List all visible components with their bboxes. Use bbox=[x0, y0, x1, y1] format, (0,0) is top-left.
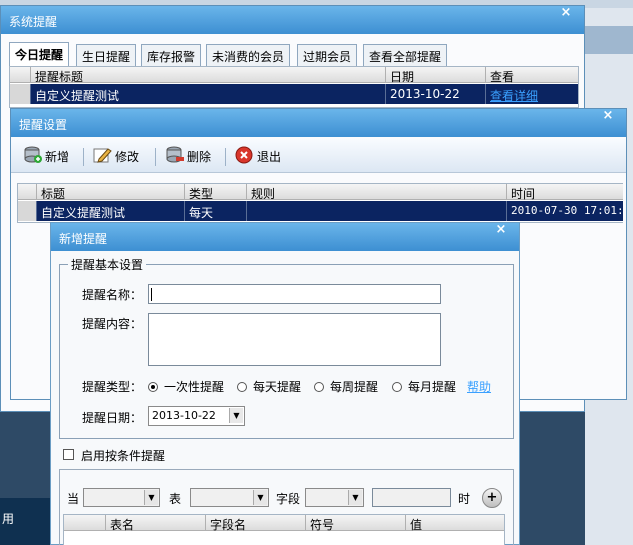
tab-inactive-members[interactable]: 未消费的会员 bbox=[206, 44, 291, 66]
delete-button-label: 删除 bbox=[187, 150, 212, 164]
setting-title-cell: 自定义提醒测试 bbox=[36, 201, 184, 221]
database-add-icon bbox=[24, 146, 42, 163]
today-reminder-table: 提醒标题 日期 查看 自定义提醒测试 2013-10-22 查看详细 bbox=[9, 66, 579, 108]
edit-icon bbox=[93, 148, 112, 163]
toolbar: 新增 修改 删除 退出 bbox=[11, 139, 626, 173]
database-delete-icon bbox=[166, 146, 184, 163]
exit-button-label: 退出 bbox=[257, 150, 282, 164]
condition-checkbox[interactable] bbox=[63, 449, 74, 460]
new-reminder-titlebar[interactable]: 新增提醒 × bbox=[51, 223, 519, 251]
basic-settings-legend: 提醒基本设置 bbox=[71, 258, 144, 272]
type-label: 提醒类型： bbox=[82, 380, 143, 394]
tab-all-reminders[interactable]: 查看全部提醒 bbox=[363, 44, 448, 66]
chevron-down-icon[interactable]: ▼ bbox=[144, 490, 158, 505]
content-label: 提醒内容： bbox=[82, 317, 143, 331]
chevron-down-icon[interactable]: ▼ bbox=[253, 490, 267, 505]
column-header: 提醒标题 bbox=[30, 67, 385, 84]
help-link[interactable]: 帮助 bbox=[467, 378, 491, 395]
delete-button[interactable]: 删除 bbox=[165, 144, 219, 168]
window-title: 系统提醒 bbox=[9, 15, 58, 29]
radio-monthly[interactable]: 每月提醒 bbox=[392, 378, 456, 395]
cond-table-select[interactable]: ▼ bbox=[190, 488, 269, 507]
chevron-down-icon[interactable]: ▼ bbox=[229, 408, 243, 423]
table-row[interactable]: 自定义提醒测试 每天 2010-07-30 17:01:35 bbox=[18, 201, 624, 221]
edit-button-label: 修改 bbox=[115, 150, 140, 164]
table-header: 标题 类型 规则 时间 bbox=[18, 184, 624, 201]
cond-value-input[interactable] bbox=[372, 488, 451, 507]
reminder-settings-table: 标题 类型 规则 时间 自定义提醒测试 每天 2010-07-30 17:01:… bbox=[17, 183, 624, 223]
column-header: 表名 bbox=[105, 515, 205, 532]
tab-today[interactable]: 今日提醒 bbox=[9, 42, 70, 67]
condition-table: 表名 字段名 符号 值 bbox=[63, 514, 505, 545]
table-header: 表名 字段名 符号 值 bbox=[64, 515, 506, 532]
edit-button[interactable]: 修改 bbox=[93, 144, 149, 168]
radio-weekly-indicator bbox=[314, 382, 324, 392]
column-header: 类型 bbox=[184, 184, 246, 201]
radio-once-indicator bbox=[148, 382, 158, 392]
date-value: 2013-10-22 bbox=[152, 409, 216, 422]
column-header: 符号 bbox=[305, 515, 405, 532]
reminder-settings-titlebar[interactable]: 提醒设置 × bbox=[11, 109, 626, 137]
column-header: 值 bbox=[405, 515, 506, 532]
setting-time-cell: 2010-07-30 17:01:35 bbox=[506, 201, 624, 221]
column-header: 字段名 bbox=[205, 515, 305, 532]
close-icon[interactable]: × bbox=[493, 223, 509, 238]
window-title: 提醒设置 bbox=[19, 118, 68, 132]
close-icon[interactable]: × bbox=[600, 109, 616, 124]
cond-when-select[interactable]: ▼ bbox=[83, 488, 160, 507]
chevron-down-icon[interactable]: ▼ bbox=[348, 490, 362, 505]
cond-when-label: 当 bbox=[67, 492, 80, 506]
close-icon[interactable]: × bbox=[558, 6, 574, 21]
reminder-date-cell: 2013-10-22 bbox=[385, 84, 485, 104]
column-header: 查看 bbox=[485, 67, 580, 84]
window-title: 新增提醒 bbox=[59, 232, 108, 246]
add-condition-button[interactable]: + bbox=[482, 488, 502, 508]
radio-once[interactable]: 一次性提醒 bbox=[148, 378, 224, 395]
reminder-content-input[interactable] bbox=[148, 313, 441, 366]
reminder-title-cell: 自定义提醒测试 bbox=[30, 84, 385, 104]
column-header: 规则 bbox=[246, 184, 506, 201]
cond-table-label: 表 bbox=[169, 492, 182, 506]
add-button-label: 新增 bbox=[45, 150, 70, 164]
system-reminder-titlebar[interactable]: 系统提醒 × bbox=[1, 6, 584, 34]
table-header: 提醒标题 日期 查看 bbox=[10, 67, 580, 84]
name-label: 提醒名称： bbox=[82, 288, 143, 302]
reminder-name-input[interactable] bbox=[148, 284, 441, 304]
setting-rule-cell bbox=[246, 201, 506, 221]
reminder-date-picker[interactable]: 2013-10-22 ▼ bbox=[148, 406, 245, 426]
text-cursor bbox=[151, 288, 152, 301]
view-details-link[interactable]: 查看详细 bbox=[490, 89, 538, 103]
radio-monthly-indicator bbox=[392, 382, 402, 392]
tab-expired-members[interactable]: 过期会员 bbox=[297, 44, 358, 66]
radio-daily[interactable]: 每天提醒 bbox=[237, 378, 301, 395]
tab-stock-alarm[interactable]: 库存报警 bbox=[141, 44, 202, 66]
cond-field-label: 字段 bbox=[276, 492, 301, 506]
radio-daily-indicator bbox=[237, 382, 247, 392]
condition-checkbox-label: 启用按条件提醒 bbox=[81, 449, 166, 463]
cond-field-select[interactable]: ▼ bbox=[305, 488, 364, 507]
add-button[interactable]: 新增 bbox=[23, 144, 75, 168]
radio-weekly[interactable]: 每周提醒 bbox=[314, 378, 378, 395]
tab-birthday[interactable]: 生日提醒 bbox=[76, 44, 137, 66]
new-reminder-window: 新增提醒 × 提醒基本设置 提醒名称： 提醒内容： 提醒类型： 一次性提醒 每天… bbox=[50, 222, 520, 545]
date-label: 提醒日期： bbox=[82, 411, 143, 425]
exit-button[interactable]: 退出 bbox=[235, 144, 289, 168]
column-header: 时间 bbox=[506, 184, 624, 201]
cond-time-label: 时 bbox=[458, 492, 471, 506]
exit-icon bbox=[235, 146, 253, 164]
background-bottom-text: 用 bbox=[2, 512, 15, 526]
table-row[interactable]: 自定义提醒测试 2013-10-22 查看详细 bbox=[10, 84, 578, 104]
column-header: 标题 bbox=[36, 184, 184, 201]
setting-type-cell: 每天 bbox=[184, 201, 246, 221]
background-status: 用 bbox=[0, 498, 52, 545]
column-header: 日期 bbox=[385, 67, 485, 84]
